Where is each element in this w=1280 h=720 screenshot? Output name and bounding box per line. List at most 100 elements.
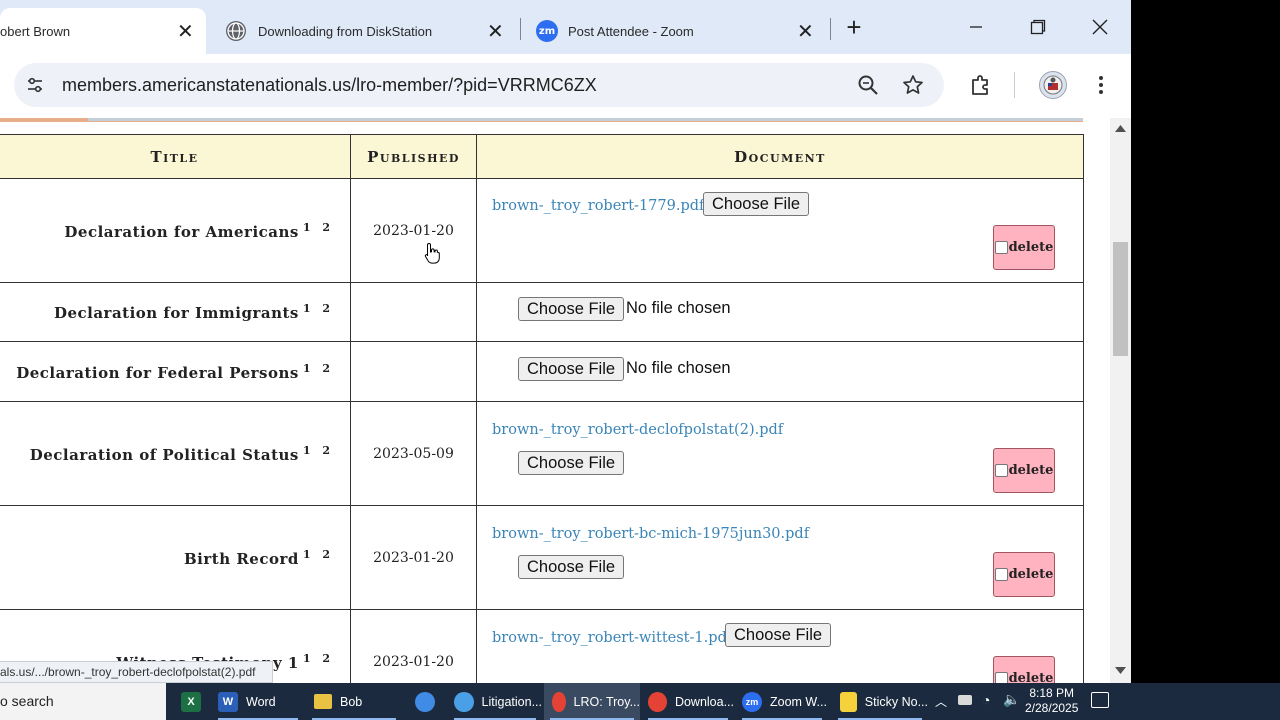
close-tab-icon[interactable]: ✕ [177,19,194,44]
globe-icon [226,21,246,41]
folder-icon [314,694,332,709]
taskbar-zoom[interactable]: zm Zoom W... [736,683,828,720]
delete-button[interactable]: delete [993,448,1055,493]
taskbar-excel[interactable]: X [170,683,212,720]
scroll-up-arrow-icon[interactable] [1115,124,1126,132]
row-document: Choose File No file chosen [476,282,1084,342]
site-settings-icon[interactable] [24,74,46,96]
vertical-scrollbar[interactable] [1110,118,1131,683]
row-published: 2023-01-20 [350,505,477,610]
document-link[interactable]: brown-_troy_robert-wittest-1.pdf [492,630,732,646]
choose-file-button[interactable]: Choose File [703,192,810,216]
tab-zoom[interactable]: zm Post Attendee - Zoom ✕ [536,8,826,54]
header-published: Published [350,134,477,179]
choose-file-button[interactable]: Choose File [518,357,625,381]
taskbar-search-box[interactable]: o search [0,683,166,720]
taskbar-clock[interactable]: 8:18 PM 2/28/2025 [1025,686,1078,716]
delete-label: delete [1008,671,1054,683]
taskbar-chrome-lro[interactable]: LRO: Troy... [544,683,640,720]
close-window-button[interactable] [1077,10,1123,44]
browser-toolbar: members.americanstatenationals.us/lro-me… [0,54,1131,118]
delete-checkbox[interactable] [994,241,1008,254]
document-link[interactable]: brown-_troy_robert-bc-mich-1975jun30.pdf [492,526,809,542]
choose-file-button[interactable]: Choose File [725,623,832,647]
notifications-icon[interactable] [1091,692,1109,708]
taskbar-litigation[interactable]: Litigation... [448,683,542,720]
delete-button[interactable]: delete [993,552,1055,597]
hand-cursor-icon [424,242,440,264]
row-document: brown-_troy_robert-1779.pdf Choose File … [476,178,1084,283]
extensions-icon[interactable] [968,72,994,98]
row-title: Declaration of Political Status 1 2 [0,401,351,506]
scroll-down-arrow-icon[interactable] [1115,667,1126,675]
taskbar-chrome-download[interactable]: Downloa... [642,683,734,720]
tab-active[interactable]: obert Brown ✕ [0,8,206,54]
menu-kebab-icon[interactable] [1090,72,1112,98]
footnote-refs[interactable]: 1 2 [303,548,334,561]
footnote-refs[interactable]: 1 2 [303,221,334,234]
no-file-text: No file chosen [626,299,731,317]
row-document: brown-_troy_robert-declofpolstat(2).pdf … [476,401,1084,506]
choose-file-button[interactable]: Choose File [518,451,625,475]
new-tab-button[interactable]: + [831,10,877,44]
delete-checkbox[interactable] [994,672,1008,683]
zoom-magnifier-icon[interactable] [857,74,879,96]
bookmark-star-icon[interactable] [902,74,924,96]
document-link[interactable]: brown-_troy_robert-1779.pdf [492,198,704,214]
taskbar-folder-bob[interactable]: Bob [306,683,402,720]
title-text: Declaration for Americans [64,222,299,241]
sticky-notes-icon [840,691,857,712]
address-bar[interactable]: members.americanstatenationals.us/lro-me… [14,63,944,107]
row-published [350,341,477,402]
taskbar-label: LRO: Troy... [573,694,640,709]
tab-diskstation[interactable]: Downloading from DiskStation ✕ [226,8,516,54]
close-tab-icon[interactable]: ✕ [797,19,814,44]
footnote-refs[interactable]: 1 2 [303,444,334,457]
wifi-icon[interactable]: ◔ [982,692,990,708]
row-document: brown-_troy_robert-wittest-1.pdf Choose … [476,609,1084,683]
app-icon [415,691,435,712]
row-title: Declaration for Federal Persons 1 2 [0,341,351,402]
url-text: members.americanstatenationals.us/lro-me… [62,75,597,95]
scrollbar-thumb[interactable] [1113,242,1128,356]
chevron-up-icon[interactable]: ︿ [935,693,947,710]
row-title: Declaration for Americans 1 2 [0,178,351,283]
tab-separator [520,18,521,40]
title-text: Birth Record [183,549,299,568]
delete-button[interactable]: delete [993,656,1055,683]
title-text: Declaration for Federal Persons [16,363,299,382]
title-text: Declaration for Immigrants [53,304,299,322]
document-link[interactable]: brown-_troy_robert-declofpolstat(2).pdf [492,422,783,438]
taskbar-label: Word [246,694,276,709]
taskbar-word[interactable]: W Word [212,683,304,720]
choose-file-button[interactable]: Choose File [518,555,625,579]
row-document: brown-_troy_robert-bc-mich-1975jun30.pdf… [476,505,1084,610]
delete-button[interactable]: delete [993,225,1055,270]
taskbar-sticky-notes[interactable]: Sticky No... [832,683,928,720]
volume-icon[interactable]: 🔈 [1003,691,1020,708]
minimize-button[interactable] [953,10,999,44]
close-tab-icon[interactable]: ✕ [487,19,504,44]
profile-avatar-icon[interactable] [1039,71,1067,99]
table-row: Declaration for Immigrants 1 2 Choose Fil… [0,282,1084,342]
row-title: Birth Record 1 2 [0,505,351,610]
taskbar-app[interactable] [404,683,446,720]
table-row: Declaration for Americans 1 2 2023-01-20 … [0,178,1084,283]
restore-button[interactable] [1015,10,1061,44]
footnote-refs[interactable]: 1 2 [303,652,334,665]
header-title: Title [0,134,351,179]
clock-time: 8:18 PM [1029,686,1075,700]
footnote-refs[interactable]: 1 2 [303,302,334,315]
footnote-refs[interactable]: 1 2 [303,362,334,375]
choose-file-button[interactable]: Choose File [518,297,625,321]
zoom-icon: zm [536,20,558,42]
row-title: Declaration for Immigrants 1 2 [0,282,351,342]
chrome-icon [552,691,566,712]
delete-checkbox[interactable] [994,464,1008,477]
row-published: 2023-05-09 [350,401,477,506]
delete-checkbox[interactable] [994,568,1008,581]
battery-icon[interactable] [958,695,972,705]
clock-date: 2/28/2025 [1025,701,1079,715]
page-content: Title Published Document Declaration for… [0,118,1131,683]
browser-icon [454,691,474,712]
